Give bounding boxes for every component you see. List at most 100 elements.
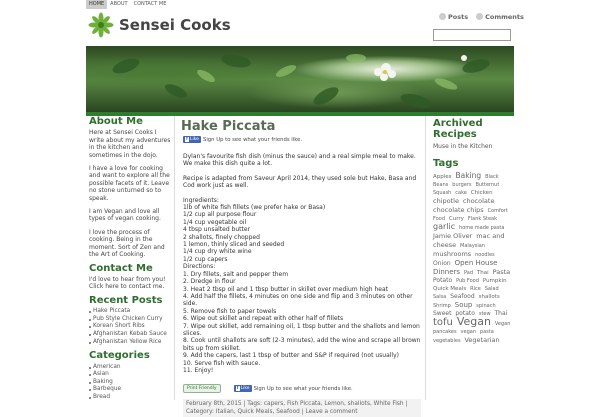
tag-link[interactable]: Pasta	[493, 268, 511, 276]
main-content: Hake Piccata f Like Sign Up to see what y…	[174, 116, 426, 417]
nav-contact[interactable]: CONTACT ME	[131, 0, 170, 9]
direction-step: 2. Dredge in flour	[183, 278, 236, 286]
tag-link[interactable]: Jamie Oliver	[433, 232, 472, 240]
tag-link[interactable]: Sweet	[433, 310, 451, 317]
ingredient-item: 2 shallots, finely chopped	[183, 233, 260, 241]
right-sidebar: Archived Recipes Muse in the Kitchen Tag…	[432, 118, 516, 345]
tag-link[interactable]: mac and	[476, 232, 504, 240]
facebook-like-bar: f Like Sign Up to see what your friends l…	[183, 136, 421, 143]
nav-home[interactable]: HOME	[86, 0, 108, 9]
recent-post-link[interactable]: Pub Style Chicken Curry	[89, 316, 172, 324]
tag-link[interactable]: Thai	[477, 270, 489, 276]
post-meta-tags: February 8th, 2015 | Tags: capers, Fish …	[186, 401, 408, 408]
recent-post-link[interactable]: Afghanistan Yellow Rice	[89, 339, 172, 347]
feed-links: Posts Comments	[439, 13, 524, 21]
category-link[interactable]: Baking	[89, 379, 172, 387]
direction-step: 3. Heat 2 tbsp oil and 1 tbsp butter in …	[183, 285, 389, 293]
tag-link[interactable]: shallots	[479, 294, 500, 300]
print-friendly-button[interactable]: Print Friendly	[183, 384, 221, 394]
tag-link[interactable]: Rice	[470, 286, 481, 292]
about-text: I have a love for cooking and want to ex…	[89, 165, 170, 202]
category-link[interactable]: American	[89, 364, 172, 372]
direction-step: 8. Cook until shallots are soft (2-3 min…	[183, 337, 421, 352]
tag-link[interactable]: Comfort	[488, 208, 508, 214]
tag-link[interactable]: Pumpkin	[483, 278, 507, 284]
facebook-like-button[interactable]: f Like	[183, 136, 201, 143]
recent-posts-list: Hake Piccata Pub Style Chicken Curry Kor…	[89, 308, 172, 346]
tag-link[interactable]: chocolate chips	[433, 206, 484, 214]
facebook-like-button[interactable]: f Like	[233, 385, 252, 393]
ingredient-item: 1/4 cup dry white wine	[183, 248, 252, 256]
tag-link[interactable]: cake	[455, 190, 467, 196]
contact-text[interactable]: I'd love to hear from you! Click here to…	[89, 276, 172, 291]
post-intro: Dylan's favourite fish dish (minus the s…	[183, 153, 416, 168]
site-title[interactable]: Sensei Cooks	[119, 16, 231, 34]
ingredient-item: 1/2 cup all purpose flour	[183, 211, 257, 219]
tag-link[interactable]: Pub Food	[456, 278, 479, 284]
nav-about[interactable]: ABOUT	[107, 0, 130, 9]
recent-post-link[interactable]: Korean Short Ribs	[89, 323, 172, 331]
tag-link[interactable]: Seafood	[450, 293, 474, 300]
tag-link[interactable]: Salsa	[433, 294, 446, 300]
category-link[interactable]: Bread	[89, 394, 172, 402]
tag-link[interactable]: cheese	[433, 241, 456, 249]
post-source: Recipe is adapted from Saveur April 2014…	[183, 174, 417, 190]
tag-link[interactable]: home made pasta	[459, 225, 504, 231]
tag-link[interactable]: Salad	[485, 286, 499, 292]
tag-link[interactable]: Apples	[433, 174, 452, 180]
comments-feed-link[interactable]: Comments	[476, 13, 524, 21]
post-title[interactable]: Hake Piccata	[181, 119, 421, 134]
recent-post-link[interactable]: Afghanistan Kebab Sauce	[89, 331, 172, 339]
tag-link[interactable]: Quick Meals	[433, 286, 466, 292]
about-text: I love the process of cooking. Being in …	[89, 228, 165, 259]
tag-link[interactable]: Vegan	[495, 321, 511, 327]
like-text: Sign Up to see what your friends like.	[202, 136, 303, 143]
category-link[interactable]: Asian	[89, 371, 172, 379]
tag-link[interactable]: vegan	[461, 329, 476, 335]
tag-link[interactable]: noodles	[475, 252, 495, 258]
category-link[interactable]: Barbeque	[89, 386, 172, 394]
tag-link[interactable]: spinach	[476, 303, 495, 309]
tag-link[interactable]: garlic	[433, 222, 455, 231]
direction-step: 5. Remove fish to paper towels	[183, 307, 277, 315]
tag-link[interactable]: Pad	[464, 270, 473, 276]
facebook-icon: f	[235, 386, 240, 392]
tag-link[interactable]: Onion	[433, 260, 451, 267]
ingredient-item: 1/4 cup vegetable oil	[183, 218, 247, 226]
direction-step: 7. Wipe out skillet, add remaining oil, …	[183, 322, 420, 337]
tag-link[interactable]: Shrimp	[433, 303, 451, 309]
tag-link[interactable]: Soup	[455, 301, 473, 309]
tag-link[interactable]: Potato	[433, 277, 452, 284]
tag-link[interactable]: vegetables	[433, 338, 461, 344]
post-meta: February 8th, 2015 | Tags: capers, Fish …	[183, 399, 421, 417]
tag-link[interactable]: Thai	[495, 310, 508, 317]
tag-link[interactable]: burgers	[452, 182, 471, 188]
rss-icon	[476, 13, 484, 20]
tag-link[interactable]: Vegetarian	[464, 336, 499, 344]
tag-link[interactable]: chipotle	[433, 197, 459, 205]
direction-step: 6. Wipe out skillet and repeat with othe…	[183, 315, 344, 323]
tag-link[interactable]: Malaysian	[460, 243, 485, 249]
tag-link[interactable]: pancakes	[433, 329, 457, 335]
archive-link[interactable]: Muse in the Kitchen	[433, 143, 516, 150]
facebook-like-bar: f Like Sign Up to see what your friends l…	[233, 385, 353, 393]
categories-list: American Asian Baking Barbeque Bread	[89, 364, 172, 402]
tag-link[interactable]: Baking	[455, 171, 481, 180]
posts-feed-link[interactable]: Posts	[439, 13, 468, 21]
tag-link[interactable]: tofu	[433, 317, 453, 328]
tag-link[interactable]: chocolate	[463, 197, 495, 205]
direction-step: 4. Add half the fillets, 4 minutes on on…	[183, 292, 413, 308]
direction-step: 9. Add the capers, last 1 tbsp of butter…	[183, 352, 399, 360]
left-sidebar: About Me Here at Sensei Cooks I write ab…	[86, 116, 172, 407]
ingredient-item: 1 lemon, thinly sliced and seeded	[183, 241, 285, 249]
tag-link[interactable]: Chicken	[471, 190, 493, 196]
tag-link[interactable]: pasta	[480, 329, 494, 335]
facebook-icon: f	[185, 137, 189, 142]
recent-post-link[interactable]: Hake Piccata	[89, 308, 172, 316]
tag-link[interactable]: Flank Steak	[468, 216, 497, 222]
archive-heading: Archived Recipes	[433, 118, 483, 140]
search-input[interactable]	[433, 29, 511, 41]
tag-link[interactable]: Vegan	[457, 315, 491, 328]
tag-link[interactable]: mushrooms	[433, 250, 471, 258]
direction-step: 11. Enjoy!	[183, 366, 214, 374]
